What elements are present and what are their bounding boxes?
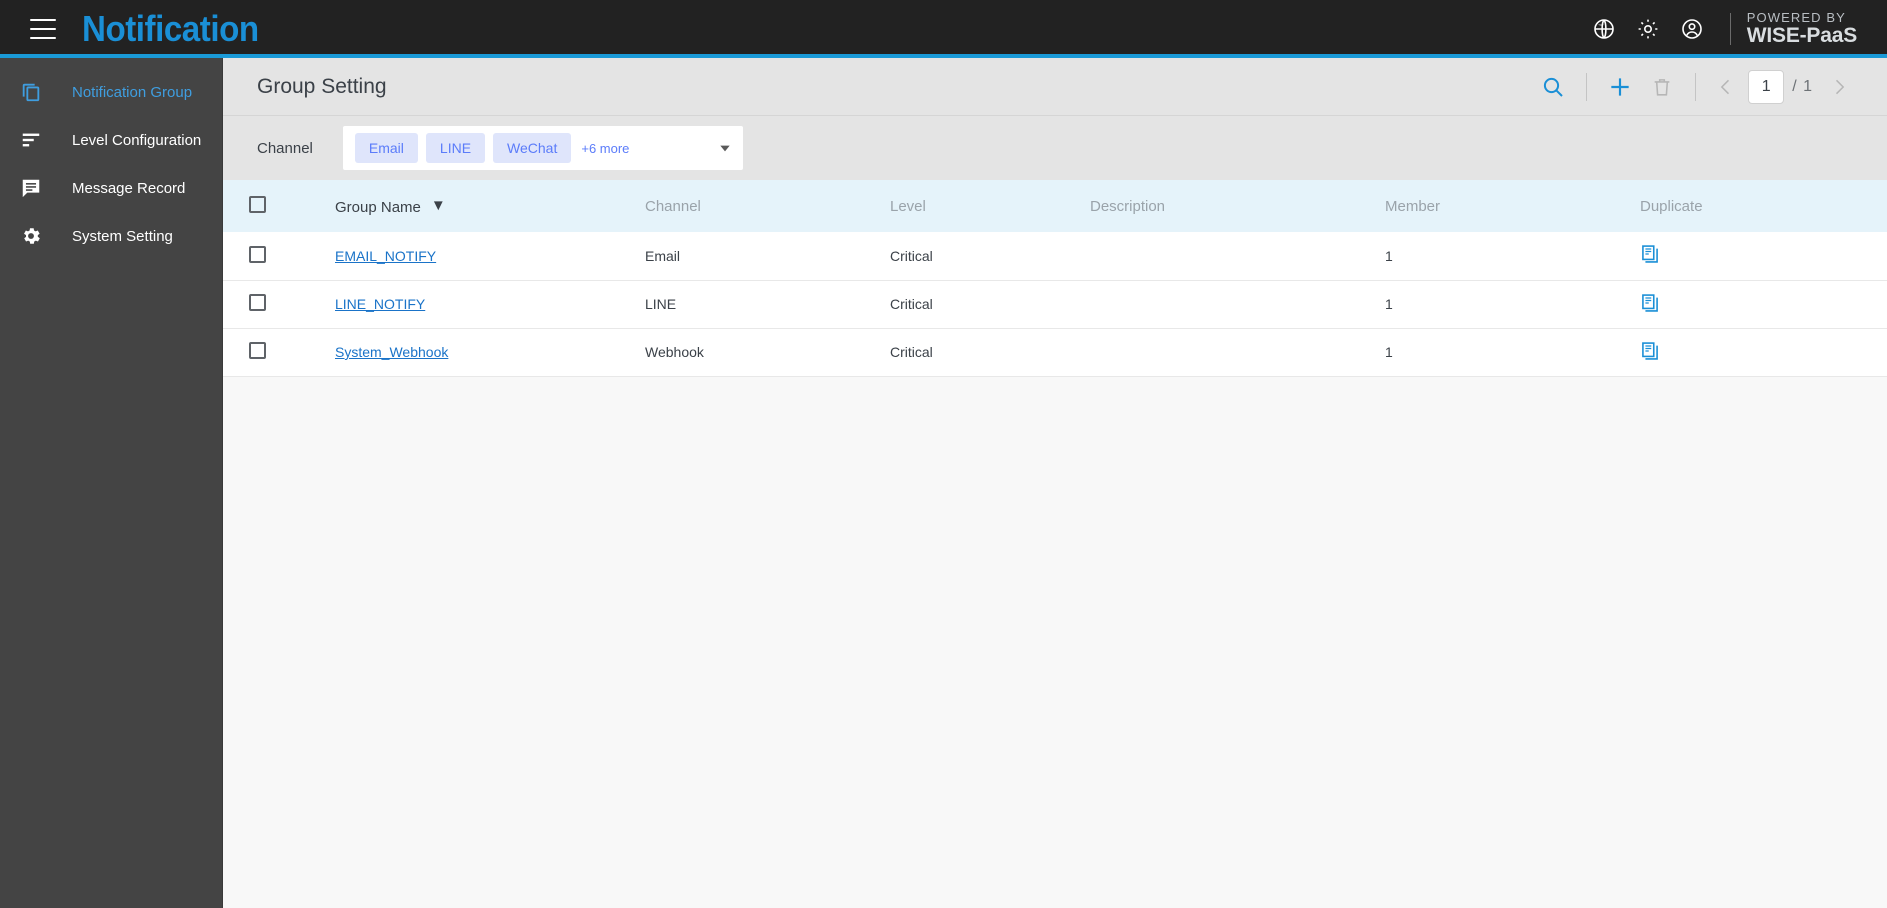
cell-duplicate: [1640, 328, 1887, 376]
table-header: Group Name ▼ Channel Level Description Me…: [223, 180, 1887, 232]
channel-more-count: +6 more: [581, 141, 629, 156]
page-number-input[interactable]: 1: [1748, 70, 1784, 104]
cell-description: [1090, 232, 1385, 280]
brand-name: WISE-PaaS: [1747, 25, 1857, 47]
powered-by-brand: POWERED BY WISE-PaaS: [1747, 11, 1857, 47]
sidebar-item-notification-group[interactable]: Notification Group: [0, 68, 222, 116]
group-name-link[interactable]: LINE_NOTIFY: [335, 296, 425, 312]
chat-bubble-icon: [10, 177, 52, 199]
sidebar-item-label: Level Configuration: [72, 132, 201, 149]
main-content: Group Setting: [223, 58, 1887, 908]
row-checkbox[interactable]: [249, 246, 266, 263]
row-select-cell: [223, 280, 335, 328]
cell-duplicate: [1640, 232, 1887, 280]
hamburger-menu-icon[interactable]: [30, 19, 56, 39]
cell-duplicate: [1640, 280, 1887, 328]
cell-group-name: EMAIL_NOTIFY: [335, 232, 645, 280]
row-checkbox[interactable]: [249, 294, 266, 311]
toolbar-divider: [1695, 73, 1696, 101]
column-header-channel[interactable]: Channel: [645, 180, 890, 232]
cell-member: 1: [1385, 280, 1640, 328]
row-select-cell: [223, 232, 335, 280]
table-row[interactable]: LINE_NOTIFY LINE Critical 1: [223, 280, 1887, 328]
select-all-cell: [223, 180, 335, 232]
cell-member: 1: [1385, 328, 1640, 376]
cell-member: 1: [1385, 232, 1640, 280]
table-row[interactable]: EMAIL_NOTIFY Email Critical 1: [223, 232, 1887, 280]
sort-caret-icon: ▼: [431, 197, 446, 214]
topbar-actions: POWERED BY WISE-PaaS: [1582, 0, 1887, 58]
chevron-right-icon[interactable]: [1821, 69, 1857, 105]
chevron-down-icon[interactable]: [717, 140, 733, 156]
channel-chip[interactable]: LINE: [426, 133, 485, 163]
filter-bar: Channel Email LINE WeChat +6 more: [223, 116, 1887, 180]
group-name-link[interactable]: EMAIL_NOTIFY: [335, 248, 436, 264]
column-header-level[interactable]: Level: [890, 180, 1090, 232]
sidebar-item-level-configuration[interactable]: Level Configuration: [0, 116, 222, 164]
powered-by-label: POWERED BY: [1747, 11, 1846, 25]
page-header-toolbar: 1 / 1: [1532, 66, 1857, 108]
sidebar-item-label: Notification Group: [72, 84, 192, 101]
gear-icon[interactable]: [1626, 7, 1670, 51]
table-body: EMAIL_NOTIFY Email Critical 1: [223, 232, 1887, 376]
trash-icon[interactable]: [1641, 66, 1683, 108]
channel-filter-label: Channel: [257, 140, 313, 157]
channel-chip[interactable]: WeChat: [493, 133, 571, 163]
channel-chip[interactable]: Email: [355, 133, 418, 163]
body-container: Notification Group Level Configuration: [0, 58, 1887, 908]
page-header-bar: Group Setting: [223, 58, 1887, 116]
pagination: 1 / 1: [1708, 69, 1857, 105]
row-checkbox[interactable]: [249, 342, 266, 359]
sidebar-item-label: System Setting: [72, 228, 173, 245]
table-row[interactable]: System_Webhook Webhook Critical 1: [223, 328, 1887, 376]
column-header-member[interactable]: Member: [1385, 180, 1640, 232]
table-empty-area: [223, 377, 1887, 908]
account-icon[interactable]: [1670, 7, 1714, 51]
cell-group-name: System_Webhook: [335, 328, 645, 376]
gear-icon: [10, 225, 52, 247]
sort-lines-icon: [10, 129, 52, 151]
column-label: Group Name: [335, 199, 421, 216]
duplicate-icon[interactable]: [1640, 244, 1660, 264]
column-header-group-name[interactable]: Group Name ▼: [335, 180, 645, 232]
app-title: Notification: [82, 8, 259, 50]
column-header-duplicate[interactable]: Duplicate: [1640, 180, 1887, 232]
group-table-container: Group Name ▼ Channel Level Description Me…: [223, 180, 1887, 908]
cell-description: [1090, 328, 1385, 376]
globe-icon[interactable]: [1582, 7, 1626, 51]
table-header-row: Group Name ▼ Channel Level Description Me…: [223, 180, 1887, 232]
sidebar-item-message-record[interactable]: Message Record: [0, 164, 222, 212]
cell-channel: LINE: [645, 280, 890, 328]
cell-description: [1090, 280, 1385, 328]
page-total-label: / 1: [1792, 78, 1813, 96]
cell-level: Critical: [890, 280, 1090, 328]
toolbar-divider: [1586, 73, 1587, 101]
group-name-link[interactable]: System_Webhook: [335, 344, 448, 360]
cell-channel: Email: [645, 232, 890, 280]
select-all-checkbox[interactable]: [249, 196, 266, 213]
column-header-description[interactable]: Description: [1090, 180, 1385, 232]
sidebar-item-system-setting[interactable]: System Setting: [0, 212, 222, 260]
chevron-left-icon[interactable]: [1708, 69, 1744, 105]
channel-multiselect[interactable]: Email LINE WeChat +6 more: [343, 126, 743, 170]
duplicate-icon[interactable]: [1640, 341, 1660, 361]
cell-channel: Webhook: [645, 328, 890, 376]
search-icon[interactable]: [1532, 66, 1574, 108]
cell-group-name: LINE_NOTIFY: [335, 280, 645, 328]
sidebar-item-label: Message Record: [72, 180, 185, 197]
row-select-cell: [223, 328, 335, 376]
cell-level: Critical: [890, 232, 1090, 280]
top-app-bar: Notification: [0, 0, 1887, 58]
sidebar-nav: Notification Group Level Configuration: [0, 58, 223, 908]
plus-icon[interactable]: [1599, 66, 1641, 108]
app-root: Notification: [0, 0, 1887, 908]
copy-icon: [10, 81, 52, 103]
duplicate-icon[interactable]: [1640, 293, 1660, 313]
cell-level: Critical: [890, 328, 1090, 376]
topbar-divider: [1730, 13, 1731, 45]
group-table: Group Name ▼ Channel Level Description Me…: [223, 180, 1887, 377]
page-title: Group Setting: [257, 75, 387, 99]
